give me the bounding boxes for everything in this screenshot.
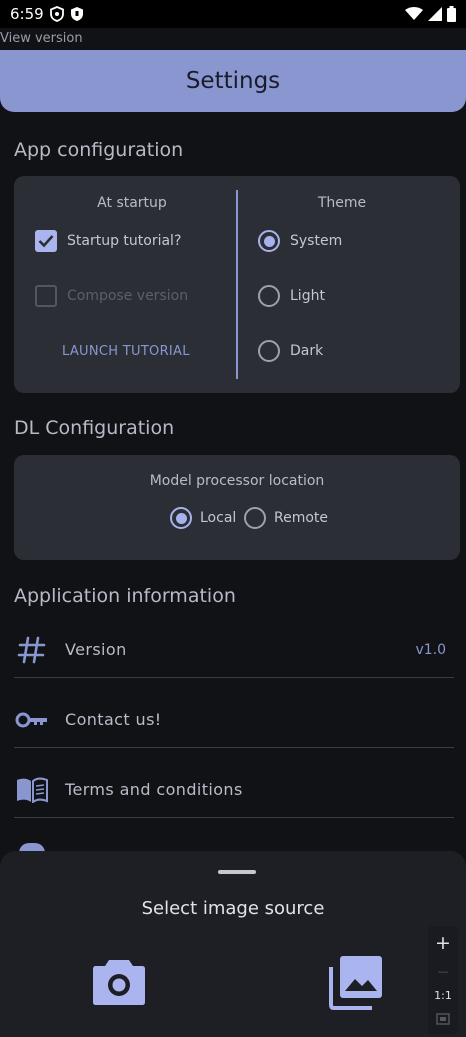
status-bar: 6:59: [0, 0, 466, 28]
info-row-terms[interactable]: Terms and conditions: [14, 762, 454, 818]
launch-tutorial-button[interactable]: LAUNCH TUTORIAL: [62, 344, 190, 359]
theme-label-light: Light: [290, 288, 325, 304]
view-version-label[interactable]: View version: [0, 31, 83, 46]
page-header: Settings: [0, 50, 466, 112]
shield-filled-icon: [70, 6, 84, 22]
key-icon: [14, 710, 50, 730]
theme-radio-dark[interactable]: [258, 340, 280, 362]
info-label-version: Version: [65, 640, 127, 659]
info-row-contact[interactable]: Contact us!: [14, 692, 454, 748]
gallery-button[interactable]: [328, 954, 384, 1014]
zoom-in-button[interactable]: +: [435, 932, 451, 954]
processor-location-title: Model processor location: [149, 473, 325, 489]
processor-option-local[interactable]: Local: [170, 507, 236, 529]
book-icon: [14, 777, 50, 803]
startup-tutorial-label: Startup tutorial?: [67, 233, 182, 249]
section-title-dl-config: DL Configuration: [14, 417, 175, 439]
processor-label-remote: Remote: [274, 510, 329, 526]
processor-radio-local[interactable]: [170, 507, 192, 529]
section-title-app-info: Application information: [14, 585, 236, 607]
status-time: 6:59: [10, 5, 44, 23]
info-label-terms: Terms and conditions: [65, 780, 243, 799]
theme-option-system[interactable]: System: [258, 230, 342, 252]
section-title-app-config: App configuration: [14, 139, 184, 161]
info-row-version[interactable]: Version v1.0: [14, 622, 454, 678]
startup-title: At startup: [97, 195, 167, 211]
compose-version-label: Compose version: [67, 288, 189, 304]
info-label-contact: Contact us!: [65, 710, 162, 729]
startup-tutorial-checkbox-row[interactable]: Startup tutorial?: [35, 230, 181, 252]
theme-label-dark: Dark: [290, 343, 324, 359]
processor-option-remote[interactable]: Remote: [244, 507, 328, 529]
theme-label-system: System: [290, 233, 343, 249]
theme-option-light[interactable]: Light: [258, 285, 325, 307]
check-icon: [38, 235, 54, 248]
shield-outline-icon: [49, 6, 64, 22]
zoom-controls: + — 1:1: [428, 926, 458, 1034]
cellular-icon: [428, 7, 442, 21]
page-title: Settings: [185, 68, 281, 94]
theme-option-dark[interactable]: Dark: [258, 340, 323, 362]
compose-version-checkbox-row[interactable]: Compose version: [35, 285, 188, 307]
processor-radio-remote[interactable]: [244, 507, 266, 529]
gallery-icon: [329, 956, 382, 1010]
startup-tutorial-checkbox[interactable]: [35, 230, 57, 252]
zoom-fit-icon[interactable]: [436, 1013, 450, 1028]
camera-button[interactable]: [92, 956, 146, 1010]
theme-title: Theme: [317, 195, 367, 211]
zoom-out-button[interactable]: —: [438, 965, 449, 978]
compose-version-checkbox[interactable]: [35, 285, 57, 307]
app-config-card: At startup Theme Startup tutorial? Compo…: [14, 176, 460, 393]
column-divider: [236, 190, 238, 379]
hash-icon: [14, 636, 50, 664]
image-source-sheet: Select image source: [0, 851, 466, 1037]
processor-label-local: Local: [200, 510, 237, 526]
dl-config-card: Model processor location Local Remote: [14, 455, 460, 560]
sheet-drag-handle[interactable]: [218, 870, 256, 874]
theme-radio-system[interactable]: [258, 230, 280, 252]
wifi-icon: [405, 7, 423, 21]
theme-radio-light[interactable]: [258, 285, 280, 307]
info-value-version: v1.0: [415, 641, 446, 658]
zoom-reset-button[interactable]: 1:1: [434, 989, 452, 1002]
camera-icon: [93, 960, 145, 1005]
sheet-title: Select image source: [141, 898, 325, 919]
battery-icon: [447, 6, 456, 22]
